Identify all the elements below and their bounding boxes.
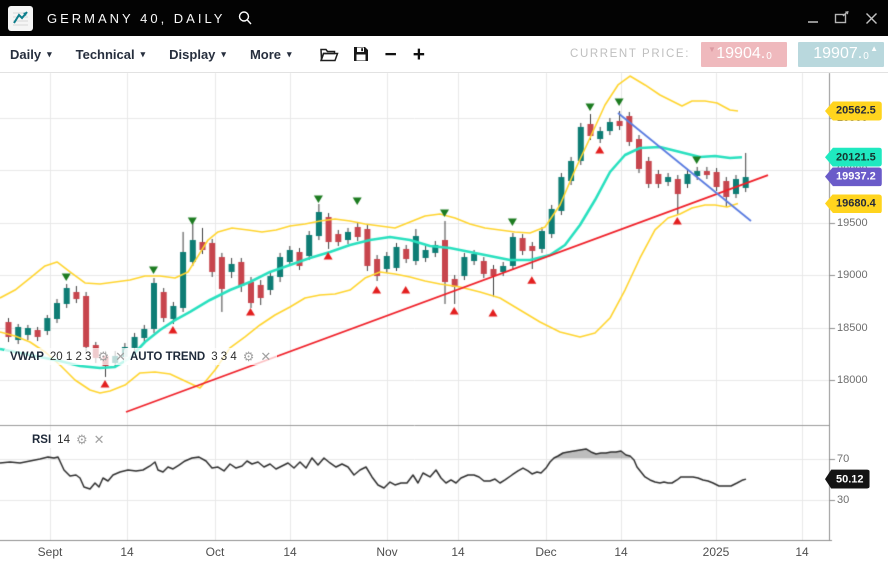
sell-price-decimal: 0 — [766, 46, 772, 62]
chevron-down-icon: ▾ — [47, 49, 52, 60]
chevron-down-icon: ▾ — [287, 49, 292, 60]
chart-canvas[interactable] — [0, 0, 888, 566]
toolbar: Daily ▾ Technical ▾ Display ▾ More ▾ — [0, 36, 888, 73]
gear-icon[interactable]: ⚙ — [243, 350, 255, 363]
gear-icon[interactable]: ⚙ — [97, 350, 109, 363]
chevron-down-icon: ▾ — [141, 49, 146, 60]
open-folder-icon[interactable] — [320, 47, 339, 62]
rsi-name: RSI — [32, 434, 51, 446]
zoom-in-button[interactable]: + — [413, 44, 425, 65]
vwap-name: VWAP — [10, 351, 44, 363]
remove-indicator-icon[interactable]: ✕ — [260, 350, 271, 363]
search-icon[interactable] — [237, 10, 253, 26]
current-price-label: CURRENT PRICE: — [570, 48, 690, 60]
rsi-indicator-chip: RSI 14 ⚙ ✕ — [26, 431, 111, 448]
gear-icon[interactable]: ⚙ — [76, 433, 88, 446]
menu-display-label: Display — [169, 47, 215, 62]
chart-logo-icon — [8, 6, 33, 31]
auto-trend-params: 3 3 4 — [211, 351, 237, 363]
zoom-out-button[interactable]: − — [385, 44, 397, 65]
arrow-down-icon: ▼ — [708, 46, 716, 54]
title-bar: GERMANY 40, DAILY — [0, 0, 888, 36]
menu-technical-label: Technical — [76, 47, 135, 62]
remove-indicator-icon[interactable]: ✕ — [94, 433, 105, 446]
window-controls — [807, 11, 878, 25]
menu-timeframe[interactable]: Daily ▾ — [10, 47, 52, 62]
minimize-icon[interactable] — [807, 12, 819, 24]
auto-trend-name: AUTO TREND — [130, 351, 205, 363]
menu-technical[interactable]: Technical ▾ — [76, 47, 146, 62]
menu-timeframe-label: Daily — [10, 47, 41, 62]
menu-display[interactable]: Display ▾ — [169, 47, 226, 62]
page-title: GERMANY 40, DAILY — [47, 11, 225, 26]
save-icon[interactable] — [353, 46, 369, 62]
sell-price-value: 19904. — [716, 45, 765, 63]
sell-price-button[interactable]: ▼ 19904. 0 — [701, 42, 787, 67]
chevron-down-icon: ▾ — [221, 49, 226, 60]
menu-more-label: More — [250, 47, 281, 62]
close-icon[interactable] — [865, 12, 878, 25]
vwap-indicator-chip: VWAP 20 1 2 3 ⚙ ✕ — [4, 348, 132, 365]
popout-icon[interactable] — [834, 11, 850, 25]
vwap-params: 20 1 2 3 — [50, 351, 92, 363]
chart-window: GERMANY 40, DAILY — [0, 0, 888, 566]
menu-more[interactable]: More ▾ — [250, 47, 292, 62]
arrow-up-icon: ▲ — [870, 45, 878, 53]
rsi-params: 14 — [57, 434, 70, 446]
auto-trend-indicator-chip: AUTO TREND 3 3 4 ⚙ ✕ — [124, 348, 277, 365]
buy-price-decimal: 0 — [863, 46, 869, 62]
buy-price-value: 19907. — [813, 45, 862, 63]
buy-price-button[interactable]: ▲ 19907. 0 — [798, 42, 884, 67]
